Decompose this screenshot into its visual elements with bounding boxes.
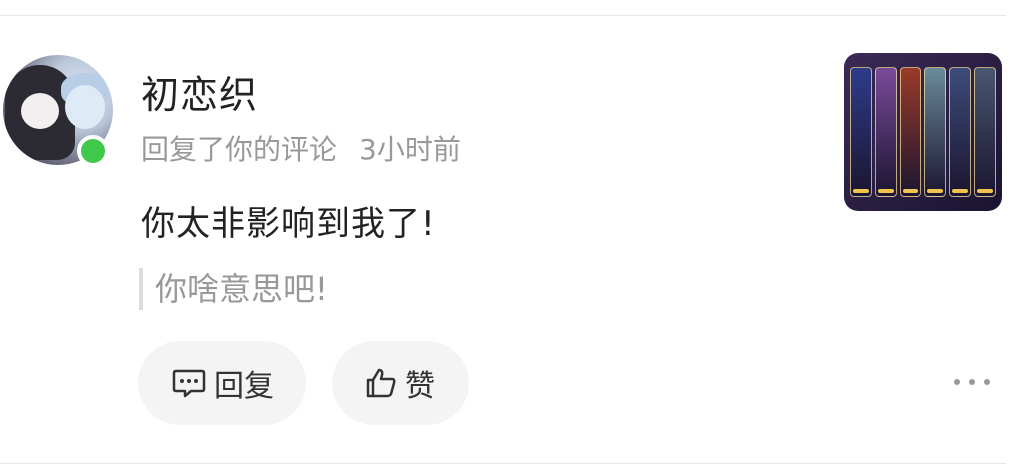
rarity-stars — [902, 189, 919, 193]
avatar-face-shape — [65, 85, 105, 129]
rarity-stars — [927, 189, 944, 193]
comment-meta: 回复了你的评论 3小时前 — [141, 128, 461, 168]
like-label: 赞 — [405, 369, 435, 404]
bottom-divider — [0, 463, 1006, 464]
post-thumbnail[interactable] — [844, 53, 1002, 211]
quoted-comment[interactable]: 你啥意思吧! — [139, 268, 328, 310]
rarity-stars — [853, 189, 869, 193]
character-card — [974, 67, 996, 197]
character-card — [850, 67, 872, 197]
rarity-stars — [977, 189, 993, 193]
reply-button[interactable]: 回复 — [138, 341, 306, 425]
character-card — [924, 67, 947, 197]
online-status-badge — [77, 135, 109, 167]
top-divider — [0, 15, 1006, 16]
avatar-face-shape — [21, 93, 59, 129]
timestamp: 3小时前 — [359, 133, 461, 166]
rarity-stars — [877, 189, 894, 193]
comment-icon — [172, 369, 206, 398]
character-card — [899, 67, 922, 197]
action-text: 回复了你的评论 — [141, 133, 338, 166]
character-card — [949, 67, 972, 197]
comment-text: 你太非影响到我了! — [141, 204, 436, 244]
rarity-stars — [952, 189, 969, 193]
more-options-icon[interactable] — [954, 372, 990, 392]
thumbs-up-icon — [366, 368, 396, 398]
character-card — [874, 67, 897, 197]
reply-label: 回复 — [214, 369, 274, 404]
username[interactable]: 初恋织 — [141, 64, 258, 119]
like-button[interactable]: 赞 — [332, 341, 469, 425]
